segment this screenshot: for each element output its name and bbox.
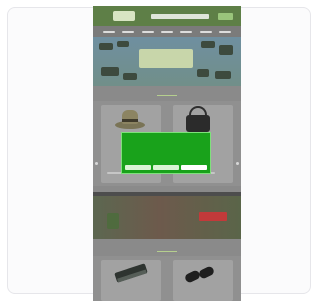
hero-product-image: [197, 69, 209, 77]
consent-body: [125, 136, 207, 154]
hero-banner[interactable]: [93, 37, 241, 86]
product-image-bag: [185, 106, 211, 132]
product-card[interactable]: [173, 260, 233, 301]
product-card[interactable]: [101, 260, 161, 301]
section-divider: [157, 95, 177, 96]
site-logo[interactable]: [113, 11, 135, 21]
nav-item[interactable]: [122, 30, 135, 33]
hero-product-image: [215, 71, 231, 79]
banner-product-image: [107, 213, 119, 229]
search-input[interactable]: [151, 14, 209, 19]
nav-item[interactable]: [199, 30, 212, 33]
hero-product-image: [101, 67, 119, 76]
consent-actions: [125, 165, 207, 170]
accept-cookies-button[interactable]: [181, 165, 207, 170]
reject-cookies-button[interactable]: [153, 165, 179, 170]
carousel-next-icon[interactable]: [236, 162, 239, 165]
carousel-prev-icon[interactable]: [95, 162, 98, 165]
product-image-hat: [115, 107, 145, 131]
main-nav: [93, 26, 241, 37]
nav-item[interactable]: [141, 30, 154, 33]
site-header: [93, 6, 241, 26]
banner-title: [103, 196, 229, 208]
hero-title: [139, 49, 193, 68]
cookie-consent-dialog: [121, 132, 211, 174]
section-divider: [157, 251, 177, 252]
hero-product-image: [201, 41, 215, 48]
hero-product-image: [123, 73, 137, 80]
nav-item[interactable]: [180, 30, 193, 33]
nav-item[interactable]: [219, 30, 232, 33]
nav-item[interactable]: [160, 30, 173, 33]
hero-product-image: [219, 45, 233, 55]
cart-button[interactable]: [218, 13, 233, 20]
nav-item[interactable]: [102, 30, 115, 33]
banner-badge[interactable]: [199, 212, 227, 221]
hero-product-image: [117, 41, 129, 47]
cookie-settings-button[interactable]: [125, 165, 151, 170]
hero-product-image: [99, 43, 113, 50]
